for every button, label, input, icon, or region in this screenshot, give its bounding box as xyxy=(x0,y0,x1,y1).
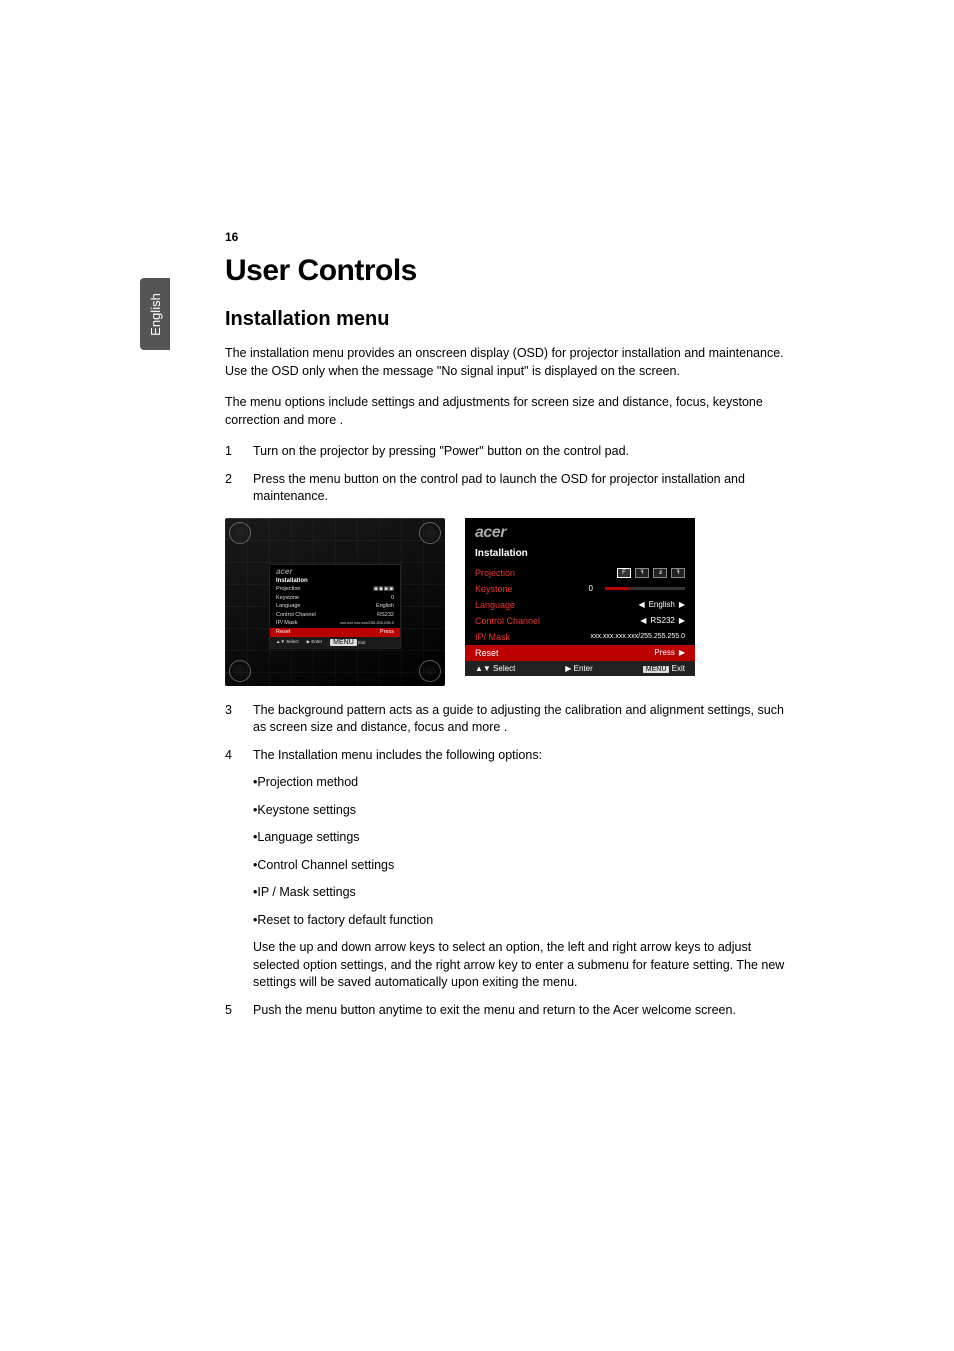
right-arrow-icon: ▶ xyxy=(679,600,685,609)
osd-row-reset-selected: Reset Press ▶ xyxy=(465,645,695,661)
projection-mode-icons: F ꟻ Ⅎ ꟻ xyxy=(617,568,685,578)
footer-select: ▲▼ Select xyxy=(475,664,515,673)
left-arrow-icon: ◀ xyxy=(640,616,646,625)
osd-label: Reset xyxy=(475,648,499,658)
bullet-item: •IP / Mask settings xyxy=(253,884,795,902)
brand-logo: acer xyxy=(465,518,695,544)
page-title: User Controls xyxy=(225,254,795,288)
corner-circle-icon xyxy=(229,660,251,682)
corner-circle-icon xyxy=(419,522,441,544)
step-4-bullets: •Projection method •Keystone settings •L… xyxy=(253,774,795,929)
osd-value: 0 xyxy=(589,584,685,593)
osd-row-projection: Projection F ꟻ Ⅎ ꟻ xyxy=(465,565,695,581)
osd-row-control-channel: Control Channel ◀ RS232 ▶ xyxy=(465,613,695,629)
osd-value: ◀ RS232 ▶ xyxy=(640,616,685,625)
intro-paragraph-1: The installation menu provides an onscre… xyxy=(225,345,795,380)
right-arrow-icon: ▶ xyxy=(679,648,685,657)
figures-row: acer Installation Projection▣▣▣▣ Keyston… xyxy=(225,518,795,686)
osd-label: Control Channel xyxy=(475,616,540,626)
figure-osd-enlarged: acer Installation Projection F ꟻ Ⅎ ꟻ Key… xyxy=(465,518,695,676)
keystone-slider xyxy=(605,587,685,590)
right-arrow-icon: ▶ xyxy=(679,616,685,625)
osd-row: LanguageEnglish xyxy=(270,603,400,612)
osd-footer: ▲▼ Select ▶ Enter MENU Exit xyxy=(465,661,695,676)
step-4-tail: Use the up and down arrow keys to select… xyxy=(253,939,795,992)
left-arrow-icon: ◀ xyxy=(638,600,644,609)
main-content: User Controls Installation menu The inst… xyxy=(225,254,795,1019)
footer-exit: MENU Exit xyxy=(643,664,685,673)
osd-row: IP/ Maskxxx.xxx.xxx.xxx/255.255.255.0 xyxy=(270,620,400,629)
bullet-item: •Control Channel settings xyxy=(253,857,795,875)
osd-value: ◀ English ▶ xyxy=(638,600,685,609)
osd-row: Projection▣▣▣▣ xyxy=(270,586,400,595)
osd-row: Control ChannelRS232 xyxy=(270,611,400,620)
osd-row-ip-mask: IP/ Mask xxx.xxx.xxx.xxx/255.255.255.0 xyxy=(465,629,695,645)
footer-enter: ▶ Enter xyxy=(565,664,593,673)
osd-footer: ▲▼ Select ▶ Enter MENU Exit xyxy=(270,637,400,648)
brand-logo: acer xyxy=(270,565,400,576)
osd-row-language: Language ◀ English ▶ xyxy=(465,597,695,613)
bullet-item: •Keystone settings xyxy=(253,802,795,820)
bullet-item: •Projection method xyxy=(253,774,795,792)
osd-label: Language xyxy=(475,600,515,610)
osd-title: Installation xyxy=(270,576,400,586)
osd-row-selected: ResetPress xyxy=(270,628,400,637)
osd-row: Keystone0 xyxy=(270,594,400,603)
bullet-item: •Reset to factory default function xyxy=(253,912,795,930)
section-heading: Installation menu xyxy=(225,308,795,331)
language-tab: English xyxy=(140,278,170,350)
osd-thumbnail: acer Installation Projection▣▣▣▣ Keyston… xyxy=(269,564,401,649)
projection-icon: Ⅎ xyxy=(653,568,667,578)
osd-value: xxx.xxx.xxx.xxx/255.255.255.0 xyxy=(590,633,685,640)
step-4: The Installation menu includes the follo… xyxy=(225,747,795,992)
osd-label: Projection xyxy=(475,568,515,578)
step-1: Turn on the projector by pressing "Power… xyxy=(225,443,795,461)
osd-row-keystone: Keystone 0 xyxy=(465,581,695,597)
projection-icon: ꟻ xyxy=(635,568,649,578)
projection-icon: F xyxy=(617,568,631,578)
step-4-lead: The Installation menu includes the follo… xyxy=(253,748,542,762)
projection-icon: ꟻ xyxy=(671,568,685,578)
corner-circle-icon xyxy=(229,522,251,544)
menu-badge: MENU xyxy=(643,666,670,673)
steps-list-cont: The background pattern acts as a guide t… xyxy=(225,702,795,1020)
figure-projection-grid: acer Installation Projection▣▣▣▣ Keyston… xyxy=(225,518,445,686)
step-3: The background pattern acts as a guide t… xyxy=(225,702,795,737)
page-number: 16 xyxy=(225,230,238,244)
step-2: Press the menu button on the control pad… xyxy=(225,471,795,506)
bullet-item: •Language settings xyxy=(253,829,795,847)
intro-paragraph-2: The menu options include settings and ad… xyxy=(225,394,795,429)
step-5: Push the menu button anytime to exit the… xyxy=(225,1002,795,1020)
corner-circle-icon xyxy=(419,660,441,682)
osd-label: IP/ Mask xyxy=(475,632,510,642)
osd-title: Installation xyxy=(465,544,695,565)
osd-value: Press ▶ xyxy=(654,648,685,657)
language-tab-label: English xyxy=(148,293,163,336)
osd-label: Keystone xyxy=(475,584,513,594)
steps-list: Turn on the projector by pressing "Power… xyxy=(225,443,795,506)
